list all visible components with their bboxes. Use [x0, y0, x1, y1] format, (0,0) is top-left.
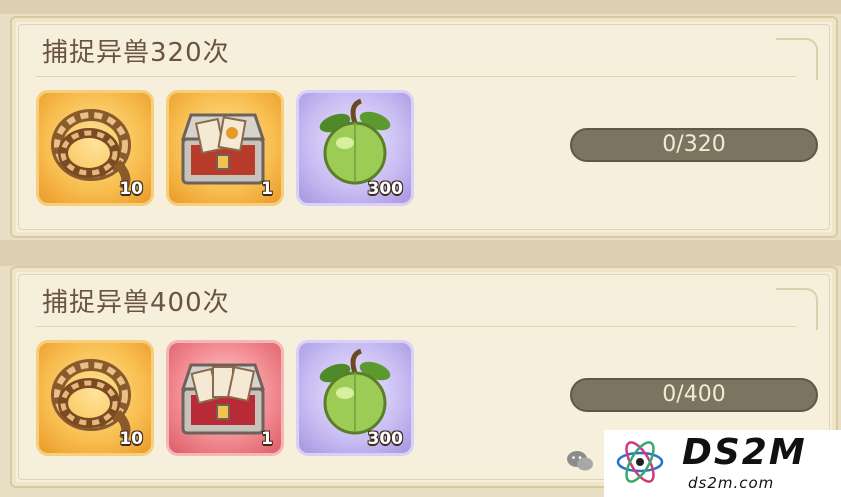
watermark-brand: DS2M — [682, 432, 807, 473]
reward-qty: 300 — [367, 429, 404, 449]
reward-rope[interactable]: 10 — [36, 340, 154, 456]
reward-fruit[interactable]: 300 — [296, 340, 414, 456]
progress-text: 0/400 — [662, 382, 726, 407]
divider — [36, 326, 796, 327]
reward-rope[interactable]: 10 — [36, 90, 154, 206]
reward-chest[interactable]: 1 — [166, 340, 284, 456]
divider — [36, 76, 796, 77]
reward-qty: 10 — [119, 179, 143, 199]
reward-chest[interactable]: 1 — [166, 90, 284, 206]
watermark-domain: ds2m.com — [688, 474, 775, 492]
corner-ornament — [776, 288, 818, 330]
watermark: DS2M ds2m.com — [604, 430, 841, 497]
task-card: 捕捉异兽320次 10 1 300 0/320 — [10, 16, 838, 238]
corner-ornament — [776, 38, 818, 80]
progress-text: 0/320 — [662, 132, 726, 157]
reward-qty: 300 — [367, 179, 404, 199]
atom-logo-icon — [616, 441, 664, 483]
task-progress-bar: 0/320 — [570, 128, 818, 162]
reward-qty: 1 — [261, 179, 273, 199]
card-gap — [0, 240, 841, 266]
reward-qty: 10 — [119, 429, 143, 449]
wechat-icon — [567, 451, 593, 471]
task-progress-bar: 0/400 — [570, 378, 818, 412]
task-title: 捕捉异兽320次 — [42, 38, 230, 68]
top-strip — [0, 0, 841, 14]
task-title: 捕捉异兽400次 — [42, 288, 230, 318]
reward-qty: 1 — [261, 429, 273, 449]
reward-fruit[interactable]: 300 — [296, 90, 414, 206]
